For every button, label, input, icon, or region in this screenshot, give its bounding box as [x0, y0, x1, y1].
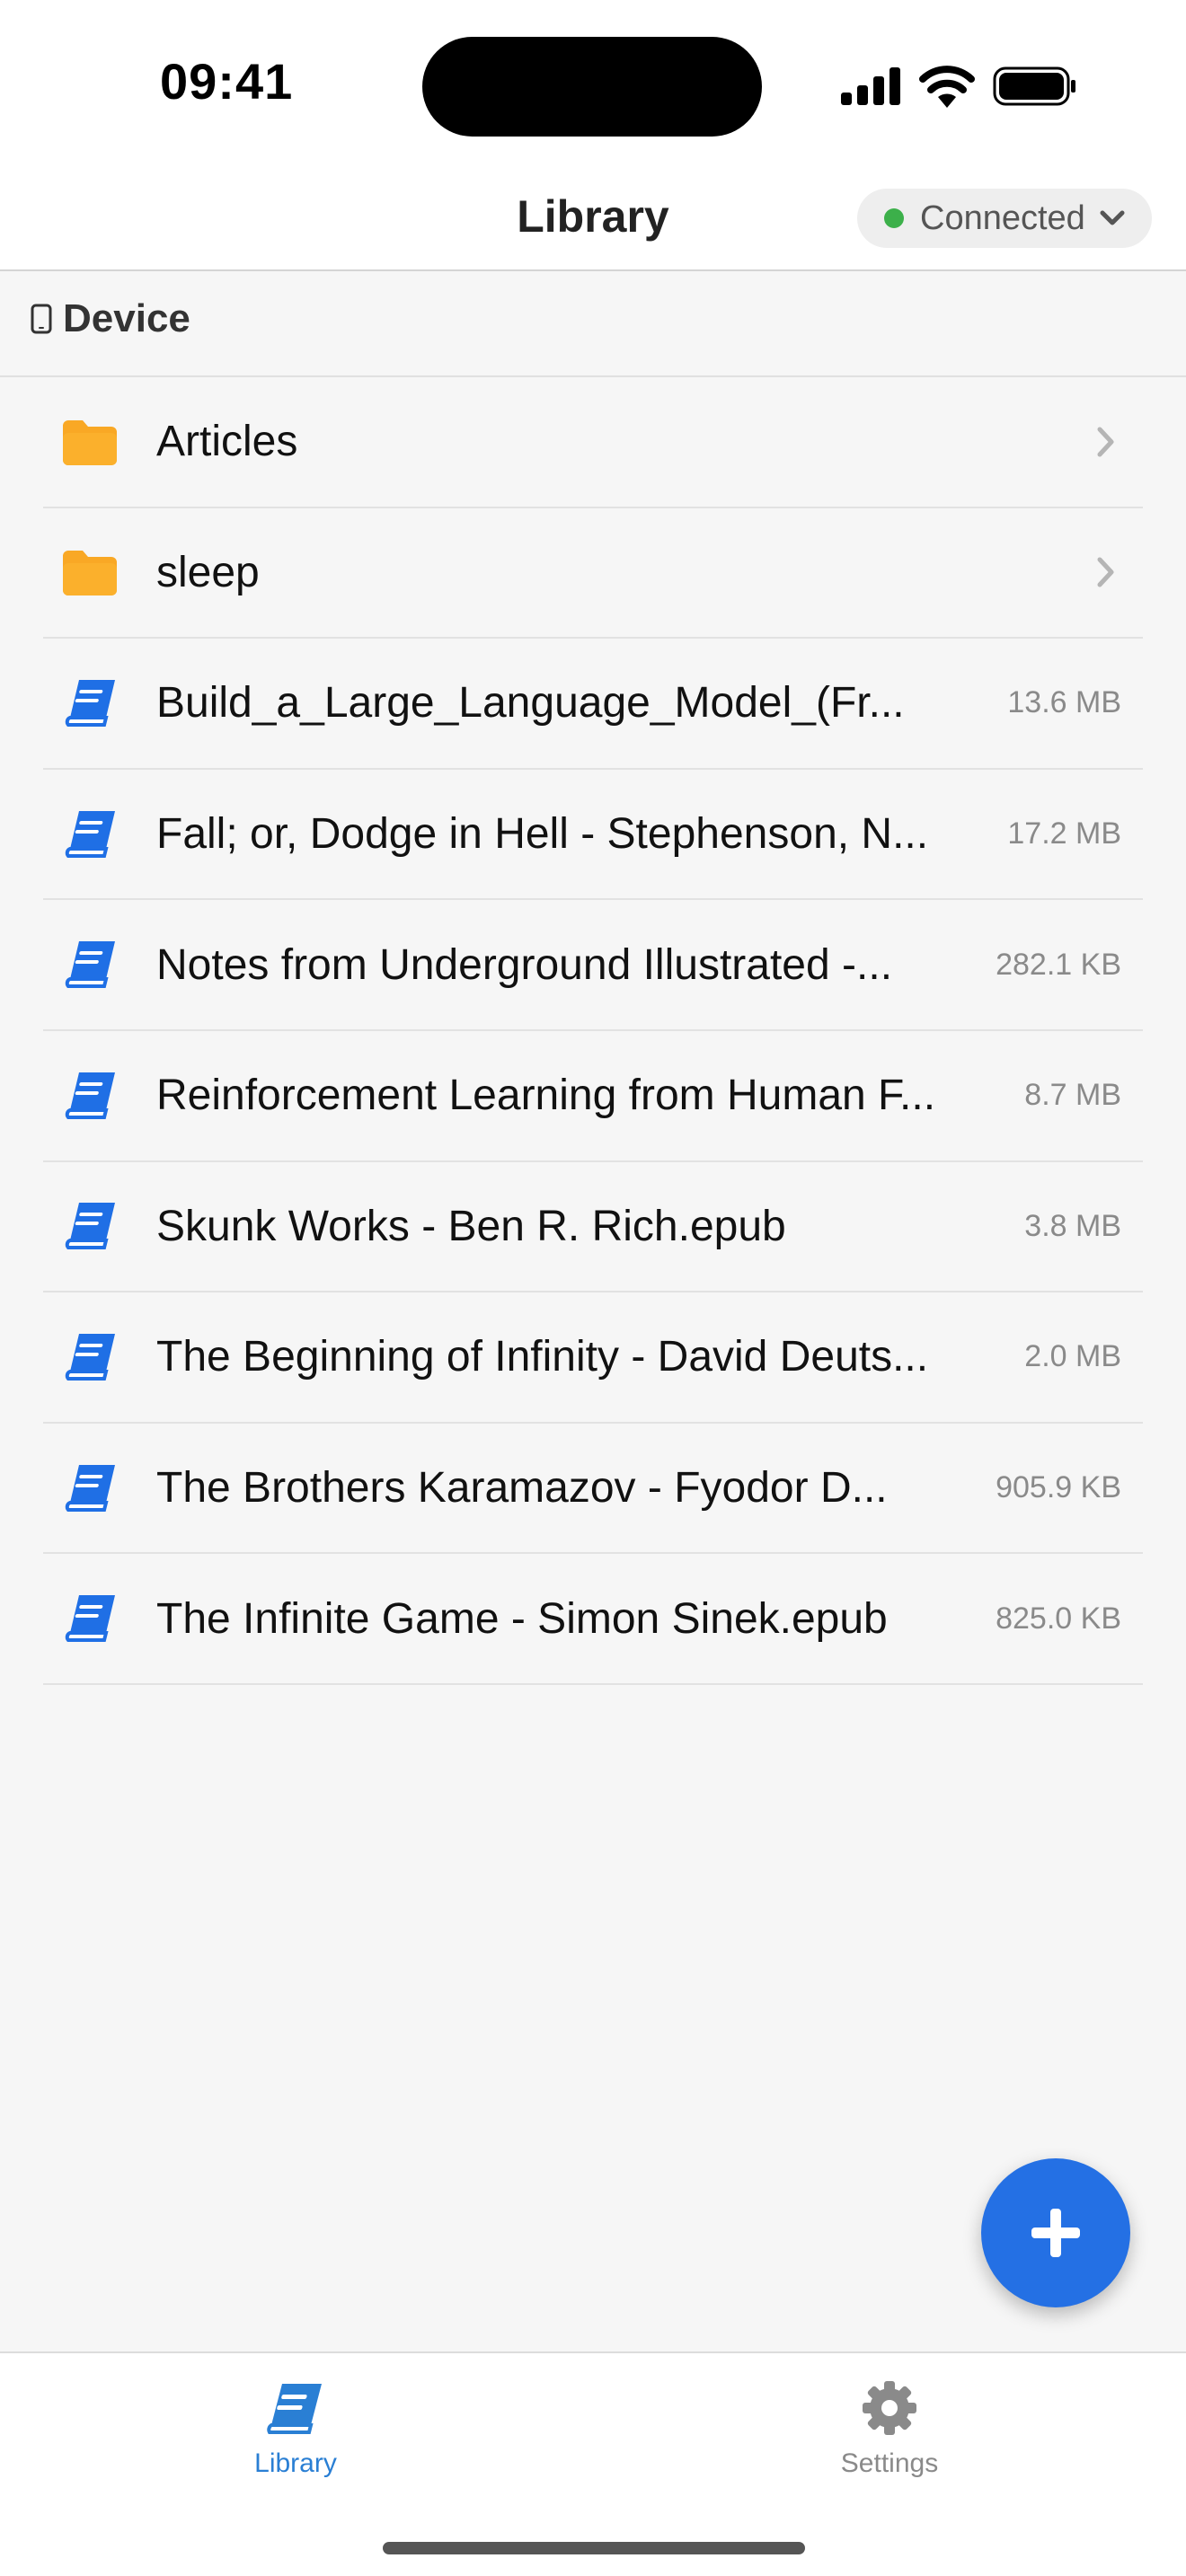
status-bar: 09:41	[0, 0, 1186, 171]
chevron-right-icon	[1097, 427, 1114, 457]
book-row[interactable]: The Beginning of Infinity - David Deuts.…	[43, 1292, 1143, 1424]
file-size: 13.6 MB	[1007, 685, 1121, 720]
book-icon	[65, 679, 115, 727]
folder-icon	[63, 419, 117, 465]
tab-library[interactable]: Library	[161, 2380, 430, 2479]
dynamic-island	[422, 37, 762, 137]
folder-row[interactable]: Articles	[43, 377, 1143, 508]
cellular-signal-icon	[841, 67, 900, 105]
wifi-icon	[919, 66, 975, 108]
file-size: 905.9 KB	[996, 1470, 1121, 1505]
chevron-right-icon	[1097, 557, 1114, 587]
nav-bar: Library Connected	[0, 171, 1186, 271]
tab-settings[interactable]: Settings	[755, 2380, 1024, 2479]
connected-status-dot	[884, 208, 904, 228]
tab-label: Settings	[840, 2448, 939, 2478]
plus-icon	[1031, 2209, 1080, 2257]
item-name: Skunk Works - Ben R. Rich.epub	[156, 1202, 786, 1250]
book-row[interactable]: The Infinite Game - Simon Sinek.epub 825.…	[43, 1554, 1143, 1685]
item-name: Reinforcement Learning from Human F...	[156, 1072, 936, 1120]
chevron-down-icon	[1100, 210, 1125, 225]
status-time: 09:41	[160, 53, 294, 110]
file-size: 3.8 MB	[1024, 1208, 1121, 1243]
book-icon	[65, 1464, 115, 1512]
book-row[interactable]: Notes from Underground Illustrated -... 2…	[43, 900, 1143, 1031]
book-row[interactable]: Skunk Works - Ben R. Rich.epub 3.8 MB	[43, 1162, 1143, 1293]
book-icon	[65, 1072, 115, 1119]
file-size: 282.1 KB	[996, 947, 1121, 982]
item-name: The Beginning of Infinity - David Deuts.…	[156, 1333, 929, 1381]
tab-label: Library	[254, 2448, 337, 2478]
file-size: 8.7 MB	[1024, 1078, 1121, 1113]
item-name: Notes from Underground Illustrated -...	[156, 940, 893, 989]
book-icon	[65, 1333, 115, 1381]
book-icon	[65, 941, 115, 989]
section-label: Device	[63, 296, 190, 340]
section-header-device: Device	[31, 296, 190, 341]
book-icon	[267, 2384, 322, 2434]
file-size: 825.0 KB	[996, 1601, 1121, 1636]
item-name: Fall; or, Dodge in Hell - Stephenson, N.…	[156, 810, 929, 859]
connection-status-button[interactable]: Connected	[857, 189, 1152, 248]
book-row[interactable]: Build_a_Large_Language_Model_(Fr... 13.6 …	[43, 639, 1143, 770]
item-name: The Infinite Game - Simon Sinek.epub	[156, 1594, 888, 1643]
file-size: 2.0 MB	[1024, 1339, 1121, 1374]
file-list: Articles sleep Build_a_Large_Language_Mode…	[0, 375, 1186, 1685]
library-screen: 09:41 Library Connected Device Articles …	[0, 0, 1186, 2576]
item-name: sleep	[156, 548, 260, 596]
item-name: Articles	[156, 418, 298, 466]
battery-icon	[993, 66, 1075, 106]
gear-icon	[863, 2381, 916, 2435]
item-name: Build_a_Large_Language_Model_(Fr...	[156, 679, 905, 728]
book-row[interactable]: The Brothers Karamazov - Fyodor D... 905.…	[43, 1424, 1143, 1555]
book-icon	[65, 810, 115, 858]
folder-icon	[63, 551, 117, 596]
book-icon	[65, 1595, 115, 1643]
phone-icon	[31, 304, 52, 334]
file-size: 17.2 MB	[1007, 816, 1121, 851]
book-row[interactable]: Reinforcement Learning from Human F... 8.…	[43, 1031, 1143, 1162]
home-indicator	[383, 2542, 805, 2554]
book-icon	[65, 1203, 115, 1250]
folder-row[interactable]: sleep	[43, 508, 1143, 640]
book-row[interactable]: Fall; or, Dodge in Hell - Stephenson, N.…	[43, 770, 1143, 901]
connection-status-label: Connected	[920, 198, 1085, 237]
item-name: The Brothers Karamazov - Fyodor D...	[156, 1464, 888, 1513]
add-button[interactable]	[981, 2158, 1130, 2307]
